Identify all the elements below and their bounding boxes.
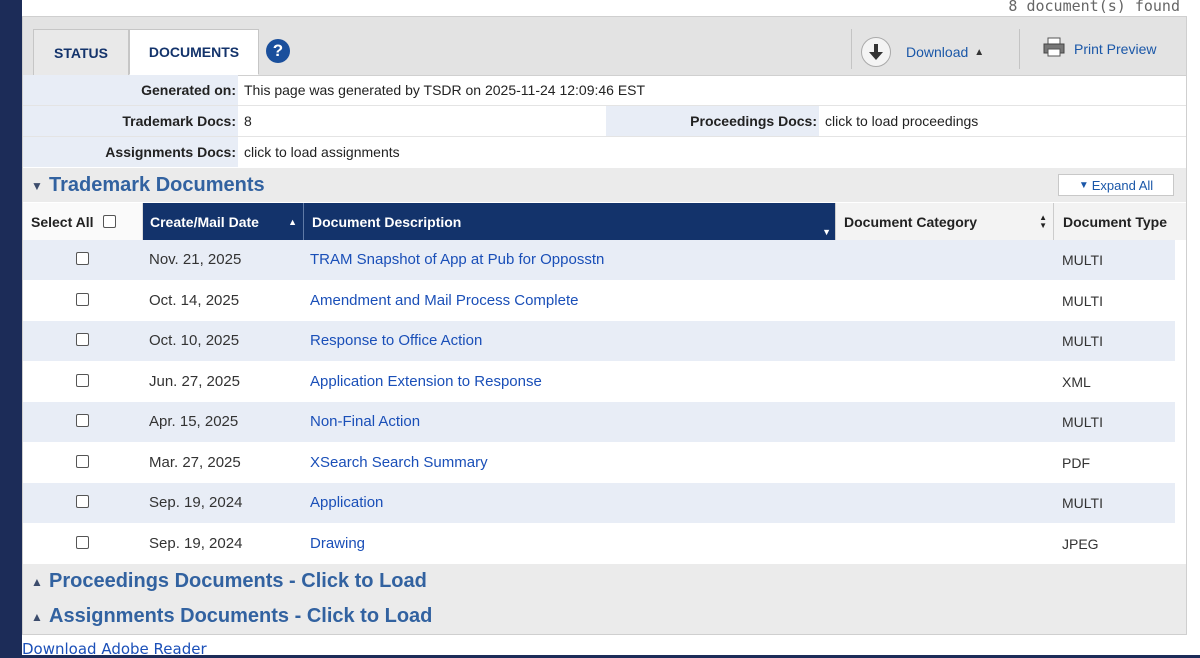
trademark-docs-row: Trademark Docs: 8 Proceedings Docs: clic…	[23, 105, 1186, 136]
row-date: Jun. 27, 2025	[149, 372, 240, 390]
toolbar-divider	[851, 29, 852, 69]
caret-up-icon: ▲	[31, 610, 43, 624]
table-row: Apr. 15, 2025 Non-Final Action MULTI	[23, 402, 1175, 442]
download-adobe-reader-link[interactable]: Download Adobe Reader	[22, 640, 207, 658]
row-date: Mar. 27, 2025	[149, 453, 241, 471]
printer-icon	[1043, 37, 1065, 62]
sort-desc-icon: ▼	[822, 227, 831, 237]
category-column-header[interactable]: Document Category ▲ ▼	[835, 203, 1053, 240]
row-date: Oct. 10, 2025	[149, 332, 240, 349]
sort-icon: ▲ ▼	[1039, 212, 1047, 230]
date-column-header[interactable]: Create/Mail Date ▲	[143, 203, 303, 240]
row-checkbox[interactable]	[76, 495, 89, 508]
row-document-type: PDF	[1062, 454, 1090, 471]
row-document-type: MULTI	[1062, 252, 1103, 268]
table-row: Oct. 10, 2025 Response to Office Action MU…	[23, 321, 1175, 361]
row-date: Oct. 14, 2025	[149, 291, 240, 309]
select-all-header: Select All	[23, 203, 143, 240]
row-document-type: XML	[1062, 373, 1091, 390]
expand-all-button[interactable]: ▼ Expand All	[1058, 174, 1174, 196]
row-checkbox[interactable]	[76, 292, 89, 306]
row-description-link[interactable]: Application Extension to Response	[310, 373, 542, 390]
row-checkbox[interactable]	[76, 333, 89, 346]
trademark-documents-header[interactable]: ▼ Trademark Documents ▼ Expand All	[23, 168, 1186, 202]
date-column-label: Create/Mail Date	[150, 213, 259, 230]
select-all-label: Select All	[31, 213, 94, 230]
load-proceedings-link[interactable]: click to load proceedings	[825, 113, 978, 129]
proceedings-docs-label: Proceedings Docs:	[690, 113, 817, 129]
download-button[interactable]: Download ▲	[861, 37, 984, 67]
generated-label: Generated on:	[141, 82, 236, 98]
trademark-docs-value: 8	[244, 113, 252, 129]
row-description-link[interactable]: XSearch Search Summary	[310, 454, 488, 471]
row-description-link[interactable]: Non-Final Action	[310, 413, 420, 430]
type-column-header[interactable]: Document Type	[1053, 203, 1186, 240]
caret-up-icon: ▲	[31, 575, 43, 589]
print-preview-button[interactable]: Print Preview	[1043, 37, 1156, 61]
type-column-label: Document Type	[1063, 213, 1167, 230]
page: 8 document(s) found STATUS DOCUMENTS ? D…	[22, 0, 1200, 658]
row-description-link[interactable]: Response to Office Action	[310, 332, 482, 349]
download-icon	[861, 37, 891, 67]
row-date: Sep. 19, 2024	[149, 534, 243, 552]
print-preview-label: Print Preview	[1074, 41, 1157, 57]
table-header: Select All Create/Mail Date ▲ Document D…	[23, 203, 1186, 240]
row-description-link[interactable]: Amendment and Mail Process Complete	[310, 292, 578, 309]
row-checkbox[interactable]	[76, 454, 89, 468]
description-column-label: Document Description	[312, 213, 462, 230]
row-document-type: MULTI	[1062, 333, 1103, 349]
caret-up-icon: ▲	[974, 46, 985, 58]
row-date: Nov. 21, 2025	[149, 251, 242, 268]
row-description-link[interactable]: Application	[310, 494, 383, 511]
assignments-documents-header[interactable]: ▲ Assignments Documents - Click to Load	[23, 599, 1186, 634]
download-label: Download	[906, 44, 969, 60]
tab-bar: STATUS DOCUMENTS ? Download ▲ Print Prev…	[23, 17, 1186, 76]
load-assignments-link[interactable]: click to load assignments	[244, 144, 400, 160]
caret-down-icon: ▼	[1078, 179, 1089, 191]
description-column-header[interactable]: Document Description ▼	[303, 203, 835, 240]
assignments-docs-label: Assignments Docs:	[105, 144, 236, 160]
row-checkbox[interactable]	[76, 414, 89, 427]
proceedings-documents-title: Proceedings Documents - Click to Load	[49, 570, 427, 592]
help-icon[interactable]: ?	[266, 39, 290, 63]
row-description-link[interactable]: TRAM Snapshot of App at Pub for Opposstn	[310, 251, 604, 268]
table-row: Jun. 27, 2025 Application Extension to Re…	[23, 362, 1175, 402]
row-checkbox[interactable]	[76, 252, 89, 265]
assignments-docs-row: Assignments Docs: click to load assignme…	[23, 136, 1186, 167]
documents-panel: STATUS DOCUMENTS ? Download ▲ Print Prev…	[22, 16, 1187, 635]
row-date: Apr. 15, 2025	[149, 413, 239, 430]
proceedings-documents-header[interactable]: ▲ Proceedings Documents - Click to Load	[23, 564, 1186, 599]
row-document-type: JPEG	[1062, 535, 1099, 552]
category-column-label: Document Category	[844, 213, 978, 230]
trademark-docs-label: Trademark Docs:	[122, 113, 236, 129]
generated-row: Generated on: This page was generated by…	[23, 75, 1186, 105]
row-document-type: MULTI	[1062, 414, 1103, 430]
row-checkbox[interactable]	[76, 373, 89, 387]
caret-down-icon: ▼	[31, 179, 43, 193]
assignments-documents-title: Assignments Documents - Click to Load	[49, 605, 433, 627]
table-row: Sep. 19, 2024 Application MULTI	[23, 483, 1175, 523]
table-row: Oct. 14, 2025 Amendment and Mail Process …	[23, 281, 1175, 321]
toolbar-divider	[1019, 29, 1020, 69]
expand-all-label: Expand All	[1091, 177, 1154, 193]
trademark-documents-title: Trademark Documents	[49, 174, 265, 196]
sort-asc-icon: ▲	[288, 216, 297, 227]
table-row: Sep. 19, 2024 Drawing JPEG	[23, 524, 1175, 564]
tab-status[interactable]: STATUS	[33, 29, 129, 75]
row-checkbox[interactable]	[76, 535, 89, 549]
table-row: Mar. 27, 2025 XSearch Search Summary PDF	[23, 443, 1175, 483]
table-row: Nov. 21, 2025 TRAM Snapshot of App at Pub…	[23, 240, 1175, 280]
row-document-type: MULTI	[1062, 292, 1103, 309]
row-date: Sep. 19, 2024	[149, 494, 243, 511]
documents-found-count: 8 document(s) found	[1008, 0, 1180, 15]
generated-value: This page was generated by TSDR on 2025-…	[244, 82, 646, 98]
row-document-type: MULTI	[1062, 495, 1103, 511]
select-all-checkbox[interactable]	[102, 215, 116, 228]
row-description-link[interactable]: Drawing	[310, 535, 365, 552]
tab-documents[interactable]: DOCUMENTS	[129, 29, 259, 75]
